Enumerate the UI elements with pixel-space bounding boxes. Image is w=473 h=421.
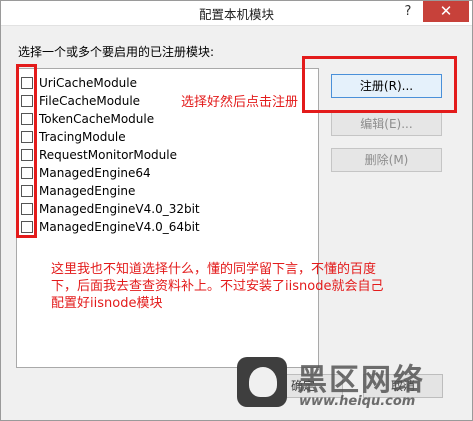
delete-button[interactable]: 删除(M) xyxy=(331,148,442,172)
module-label: TokenCacheModule xyxy=(39,112,155,126)
help-button[interactable]: ? xyxy=(396,1,420,23)
list-item[interactable]: FileCacheModule xyxy=(21,92,140,110)
module-list[interactable]: UriCacheModule FileCacheModule TokenCach… xyxy=(16,68,319,368)
watermark-url: www.heiqu.com xyxy=(299,394,416,409)
watermark-logo-icon xyxy=(237,357,287,407)
note-annotation-line3: 配置好iisnode模块 xyxy=(51,296,163,311)
list-item[interactable]: UriCacheModule xyxy=(21,74,137,92)
module-label: ManagedEngine64 xyxy=(39,166,151,180)
checkbox-highlight-box xyxy=(16,64,37,238)
module-label: TracingModule xyxy=(39,130,126,144)
list-item[interactable]: ManagedEngine xyxy=(21,182,135,200)
list-item[interactable]: ManagedEngineV4.0_64bit xyxy=(21,218,200,236)
site-watermark: 黑区网络 www.heiqu.com xyxy=(237,353,465,415)
watermark-text: 黑区网络 xyxy=(297,363,425,398)
instruction-label: 选择一个或多个要启用的已注册模块: xyxy=(18,45,215,59)
edit-button[interactable]: 编辑(E)... xyxy=(331,112,442,136)
list-item[interactable]: TokenCacheModule xyxy=(21,110,154,128)
list-item[interactable]: ManagedEngine64 xyxy=(21,164,151,182)
module-label: ManagedEngine xyxy=(39,184,136,198)
list-item[interactable]: ManagedEngineV4.0_32bit xyxy=(21,200,200,218)
title-bar: 配置本机模块 ? ✕ xyxy=(1,1,472,26)
module-label: RequestMonitorModule xyxy=(39,148,177,162)
register-hint-annotation: 选择好然后点击注册 xyxy=(181,95,299,110)
close-button[interactable]: ✕ xyxy=(423,1,469,22)
configure-native-modules-dialog: 配置本机模块 ? ✕ 选择一个或多个要启用的已注册模块: UriCacheMod… xyxy=(0,0,473,421)
register-highlight-box xyxy=(302,56,457,113)
module-label: UriCacheModule xyxy=(39,76,138,90)
module-label: FileCacheModule xyxy=(39,94,141,108)
module-label: ManagedEngineV4.0_64bit xyxy=(39,220,200,234)
list-item[interactable]: RequestMonitorModule xyxy=(21,146,177,164)
module-label: ManagedEngineV4.0_32bit xyxy=(39,202,200,216)
